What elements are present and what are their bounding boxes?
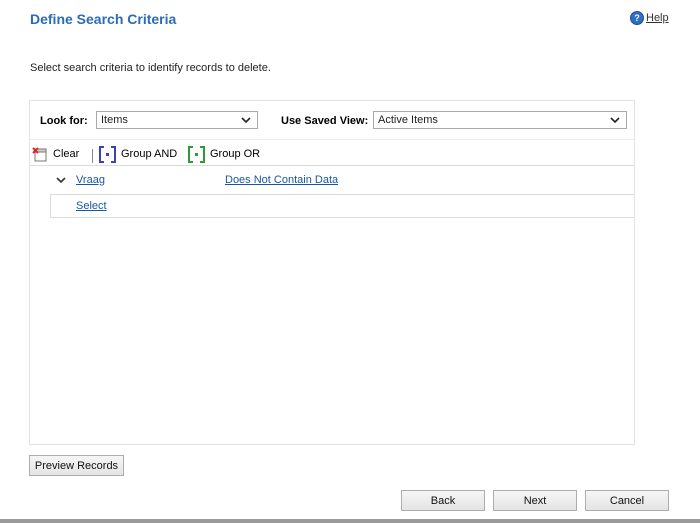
chevron-down-icon [610,117,620,124]
toolbar-divider [92,149,93,163]
saved-view-value: Active Items [378,114,438,126]
window-bottom-border [0,519,700,523]
group-or-icon [188,145,205,163]
saved-view-label: Use Saved View: [281,115,369,127]
cancel-button[interactable]: Cancel [585,490,669,511]
toolbar-bottom-divider [30,165,634,166]
group-and-button[interactable]: Group AND [99,144,177,164]
look-for-select[interactable]: Items [96,111,258,129]
clear-icon [32,147,47,162]
criteria-toolbar: Clear Group AND Group OR [30,144,634,166]
group-or-label: Group OR [210,148,261,160]
collapse-chevron-icon[interactable] [56,175,66,185]
saved-view-row: Use Saved View: [281,111,368,131]
clear-label: Clear [53,148,80,160]
back-button[interactable]: Back [401,490,485,511]
saved-view-select[interactable]: Active Items [373,111,627,129]
criteria-operator-link[interactable]: Does Not Contain Data [225,174,338,186]
next-button[interactable]: Next [493,490,577,511]
select-field-link[interactable]: Select [76,200,107,212]
help-link[interactable]: ? Help [630,11,669,25]
clear-button[interactable]: Clear [32,144,79,164]
instructions-text: Select search criteria to identify recor… [30,62,271,74]
criteria-row: Vraag Does Not Contain Data [50,167,634,194]
toolbar-top-divider [30,139,634,140]
preview-records-button[interactable]: Preview Records [29,455,124,476]
help-label[interactable]: Help [646,12,669,24]
look-for-value: Items [101,114,128,126]
group-or-button[interactable]: Group OR [188,144,260,164]
help-icon[interactable]: ? [630,11,644,25]
criteria-field-link[interactable]: Vraag [76,174,105,186]
add-criteria-row: Select [50,194,634,218]
criteria-panel: Look for: Items Use Saved View: Active I… [29,100,635,445]
page-title: Define Search Criteria [30,11,177,27]
chevron-down-icon [241,117,251,124]
look-for-row: Look for: [40,111,88,131]
group-and-icon [99,145,116,163]
look-for-label: Look for: [40,115,88,127]
group-and-label: Group AND [121,148,178,160]
